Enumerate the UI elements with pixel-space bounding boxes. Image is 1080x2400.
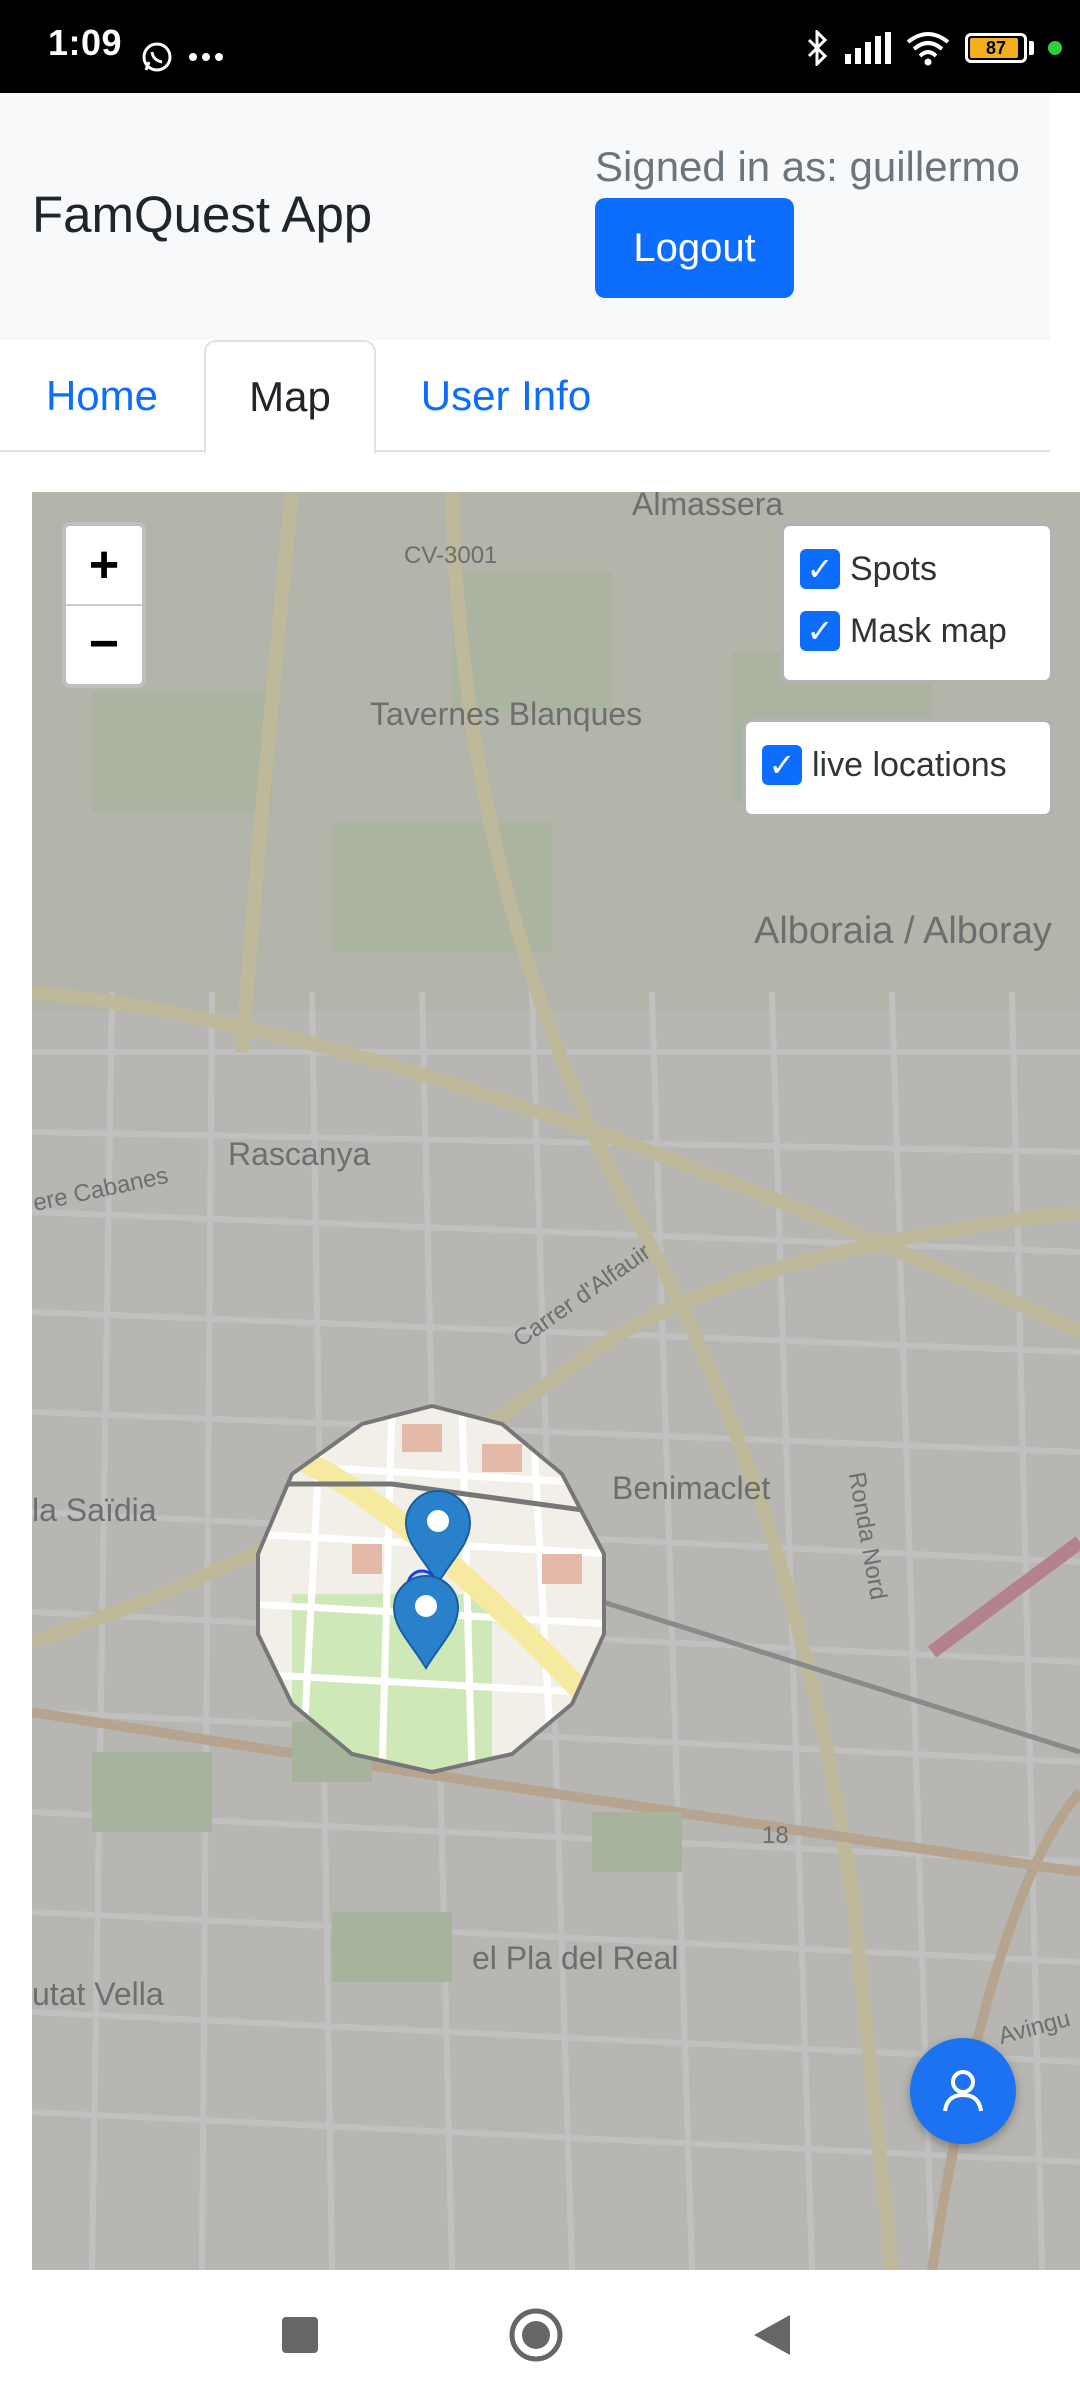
wifi-icon (906, 32, 950, 66)
map-label-tavernes: Tavernes Blanques (370, 696, 643, 732)
map-label-rascanya: Rascanya (228, 1136, 371, 1172)
home-circle-icon (509, 2308, 563, 2362)
map-view[interactable]: Almassera CV-3001 Tavernes Blanques Albo… (32, 492, 1080, 2270)
map-label-saidia: la Saïdia (32, 1492, 157, 1528)
map-label-ciutat: utat Vella (32, 1976, 164, 2012)
user-icon (943, 2070, 983, 2112)
map-label-num18: 18 (762, 1822, 789, 1849)
user-fab-button[interactable] (910, 2038, 1016, 2144)
back-button[interactable] (712, 2270, 832, 2400)
app-title: FamQuest App (32, 186, 373, 243)
layer-control-spots: ✓ Spots ✓ Mask map (780, 522, 1054, 684)
map-label-pla: el Pla del Real (472, 1940, 679, 1976)
live-locations-checkbox[interactable]: ✓ (762, 745, 802, 785)
privacy-indicator (1048, 41, 1062, 55)
tab-home[interactable]: Home (0, 340, 204, 452)
layer-row-mask-map[interactable]: ✓ Mask map (800, 600, 1034, 662)
logout-button[interactable]: Logout (595, 198, 794, 298)
home-button[interactable] (476, 2270, 596, 2400)
bluetooth-icon (807, 30, 828, 66)
spots-checkbox[interactable]: ✓ (800, 549, 840, 589)
map-label-cv3001: CV-3001 (404, 542, 498, 569)
map-label-alboraia: Alboraia / Alboray (754, 910, 1052, 952)
live-locations-label: live locations (812, 745, 1007, 784)
battery-icon: 87 (965, 33, 1034, 63)
recents-square-icon (282, 2317, 318, 2353)
zoom-in-button[interactable]: + (66, 526, 142, 604)
whatsapp-icon (142, 42, 172, 72)
status-time: 1:09 (48, 22, 123, 63)
layer-control-live: ✓ live locations (742, 718, 1054, 818)
zoom-out-button[interactable]: − (66, 604, 142, 682)
tab-user-info[interactable]: User Info (376, 340, 636, 452)
live-location-marker-icon[interactable] (390, 1572, 462, 1672)
battery-level: 87 (985, 37, 1007, 58)
spots-label: Spots (850, 549, 937, 588)
recents-button[interactable] (240, 2270, 360, 2400)
more-dots-icon (189, 53, 223, 61)
signal-icon (845, 32, 891, 64)
back-triangle-icon (754, 2315, 790, 2355)
zoom-control: + − (62, 522, 146, 688)
signed-in-text: Signed in as: guillermo (595, 143, 1020, 190)
layer-row-live-locations[interactable]: ✓ live locations (762, 734, 1034, 796)
layer-row-spots[interactable]: ✓ Spots (800, 538, 1034, 600)
map-label-benimaclet: Benimaclet (612, 1470, 771, 1506)
status-bar: 1:09 87 (0, 0, 1080, 93)
map-label-almassera: Almassera (632, 492, 784, 522)
mask-map-label: Mask map (850, 611, 1007, 650)
app-header: FamQuest App Signed in as: guillermo Log… (0, 93, 1050, 340)
tab-bar: Home Map User Info (0, 340, 1050, 454)
system-nav-bar (0, 2270, 1080, 2400)
mask-map-checkbox[interactable]: ✓ (800, 611, 840, 651)
tab-map[interactable]: Map (204, 340, 376, 454)
